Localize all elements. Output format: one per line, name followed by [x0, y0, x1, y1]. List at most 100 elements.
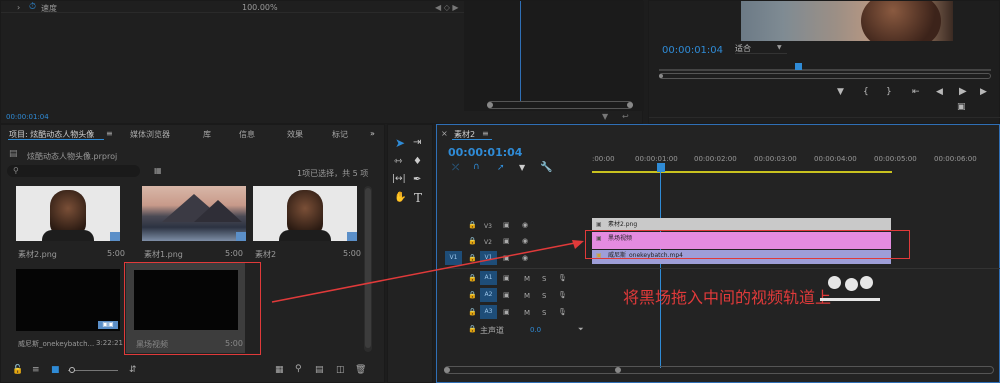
selection-tool-icon[interactable]: ➤	[395, 136, 405, 150]
ruler-label-5: 00:00:05:00	[874, 155, 917, 163]
time-ruler[interactable]: :00:00 00:00:01:00 00:00:02:00 00:00:03:…	[592, 150, 1000, 174]
search-input[interactable]: ⚲	[7, 165, 140, 177]
wrench-icon[interactable]: 🔧	[540, 162, 552, 173]
pen-tool-icon[interactable]: ✒	[413, 174, 421, 185]
program-playhead[interactable]	[795, 63, 802, 70]
track-master: 🔒 主声道 0.0 ⏷	[440, 322, 585, 339]
effect-timeline-area	[464, 1, 644, 111]
slip-tool-icon[interactable]: |↔|	[392, 174, 406, 184]
clip-v3-label: 素材2.png	[608, 221, 638, 228]
expand-arrow-icon[interactable]: ›	[17, 3, 20, 12]
type-tool-icon[interactable]: T	[414, 191, 422, 205]
lock-icon[interactable]: 🔓	[12, 365, 23, 375]
project-folder-icon: ▤	[9, 149, 18, 159]
panel-menu-icon[interactable]: ≡	[106, 129, 113, 138]
effect-scrollbar[interactable]	[487, 101, 633, 109]
master-end-icon[interactable]: ⏷	[578, 325, 584, 334]
annotation-box-v2-track	[585, 230, 910, 259]
hand-tool-icon[interactable]: ✋	[394, 192, 406, 203]
program-timecode[interactable]: 00:00:01:04	[662, 45, 723, 56]
filter-icon[interactable]: ▼	[602, 112, 608, 121]
zoom-slider[interactable]	[68, 367, 118, 373]
new-item-icon[interactable]: ◫	[336, 365, 345, 375]
effect-controls-divider	[1, 12, 464, 13]
go-to-in-icon[interactable]: ⇤	[912, 88, 920, 97]
step-back-icon[interactable]: ◀	[936, 88, 943, 97]
project-item-thumb-2[interactable]	[142, 186, 246, 241]
linked-clips-icon[interactable]: ➚	[497, 163, 505, 173]
tab-info[interactable]: 信息	[239, 129, 255, 140]
selection-info: 1项已选择，共 5 项	[297, 169, 369, 178]
timeline-playhead-head[interactable]	[657, 163, 665, 172]
master-volume-value[interactable]: 0.0	[530, 326, 541, 334]
project-tab-underline	[8, 139, 104, 140]
project-item-duration-4: 3:22:21	[96, 339, 123, 347]
tab-media-browser[interactable]: 媒体浏览器	[130, 129, 170, 140]
list-view-icon[interactable]: ≡	[32, 365, 40, 375]
tab-markers[interactable]: 标记	[332, 129, 348, 140]
project-item-name-2: 素材1.png	[144, 250, 183, 259]
master-track-label: 主声道	[480, 326, 504, 335]
linked-selection-icon[interactable]: ∩	[473, 162, 480, 172]
automate-icon[interactable]: ▦	[275, 365, 284, 375]
timeline-playhead-line	[660, 170, 661, 368]
snap-icon[interactable]: ⤫	[452, 163, 459, 173]
project-item-thumb-1[interactable]	[16, 186, 120, 241]
program-monitor-panel: 00:00:01:04 适合 ▼ ▼ { } ⇤ ◀ ▶ ▶ ▣	[648, 0, 1000, 124]
trash-icon[interactable]: 🗑	[355, 365, 366, 375]
tab-effects[interactable]: 效果	[287, 129, 303, 140]
mark-out-icon[interactable]: }	[886, 88, 892, 97]
video-preview	[741, 1, 953, 41]
keyframe-nav-icon[interactable]: ◀ ◇ ▶	[435, 3, 459, 12]
fit-dropdown[interactable]: 适合 ▼	[735, 43, 787, 54]
solo-button[interactable]: S	[542, 309, 546, 317]
export-frame-icon[interactable]: ▣	[957, 103, 966, 112]
project-item-duration-2: 5:00	[225, 249, 243, 258]
annotation-arrow	[271, 240, 584, 303]
timeline-scrollbar[interactable]	[444, 366, 994, 374]
ruler-label-2: 00:00:02:00	[694, 155, 737, 163]
export-icon[interactable]: ↩	[622, 112, 629, 121]
sequence-menu-icon[interactable]: ≡	[482, 129, 489, 138]
icon-view-icon[interactable]: ■	[51, 365, 60, 375]
playhead-line	[520, 1, 521, 101]
more-panels-icon[interactable]: »	[370, 129, 375, 138]
mark-in-icon[interactable]: {	[863, 88, 869, 97]
find-icon[interactable]: ⚲	[295, 364, 302, 374]
effect-timecode[interactable]: 00:00:01:04	[6, 113, 49, 121]
close-sequence-icon[interactable]: ×	[441, 129, 448, 138]
track-select-tool-icon[interactable]: ⇥	[413, 137, 421, 148]
add-marker-icon[interactable]: ▼	[519, 163, 525, 172]
stopwatch-icon[interactable]: ⏱	[29, 2, 36, 12]
track-lock-icon[interactable]: 🔒	[468, 325, 477, 333]
program-scrollbar[interactable]	[659, 73, 991, 79]
chevron-down-icon: ▼	[777, 44, 782, 51]
sequence-tab-underline	[452, 139, 492, 140]
program-scrubber[interactable]	[659, 69, 991, 71]
ruler-label-0: :00:00	[592, 155, 615, 163]
new-bin-from-search-icon[interactable]: ▦	[154, 166, 162, 175]
track-lock-icon[interactable]: 🔒	[468, 221, 477, 229]
work-area-bar[interactable]	[592, 171, 892, 173]
razor-tool-icon[interactable]: ♦	[413, 156, 422, 167]
timeline-timecode[interactable]: 00:00:01:04	[448, 146, 522, 159]
track-output-icon[interactable]: ▣	[503, 221, 510, 229]
add-marker-icon[interactable]: ▼	[837, 88, 844, 97]
mute-button[interactable]: M	[524, 309, 530, 317]
step-forward-icon[interactable]: ▶	[980, 88, 987, 97]
annotation-box-project-item	[124, 262, 261, 355]
project-item-thumb-4[interactable]: ▣▣	[16, 269, 120, 331]
search-icon: ⚲	[13, 166, 19, 175]
play-icon[interactable]: ▶	[959, 87, 967, 97]
eye-icon[interactable]: ◉	[522, 221, 528, 229]
speed-value[interactable]: 100.00%	[242, 3, 278, 12]
sort-icon[interactable]: ⇵	[129, 365, 137, 375]
project-file-name: 炫酷动态人物头像.prproj	[27, 152, 118, 161]
new-bin-icon[interactable]: ▤	[315, 365, 324, 375]
project-item-name-4: 威尼斯_onekeybatch...	[18, 340, 95, 348]
monitor-bottom-divider	[649, 117, 1000, 118]
ripple-edit-tool-icon[interactable]: ⇿	[394, 156, 402, 167]
ruler-label-6: 00:00:06:00	[934, 155, 977, 163]
tab-libraries[interactable]: 库	[203, 129, 211, 140]
ruler-label-1: 00:00:01:00	[635, 155, 678, 163]
